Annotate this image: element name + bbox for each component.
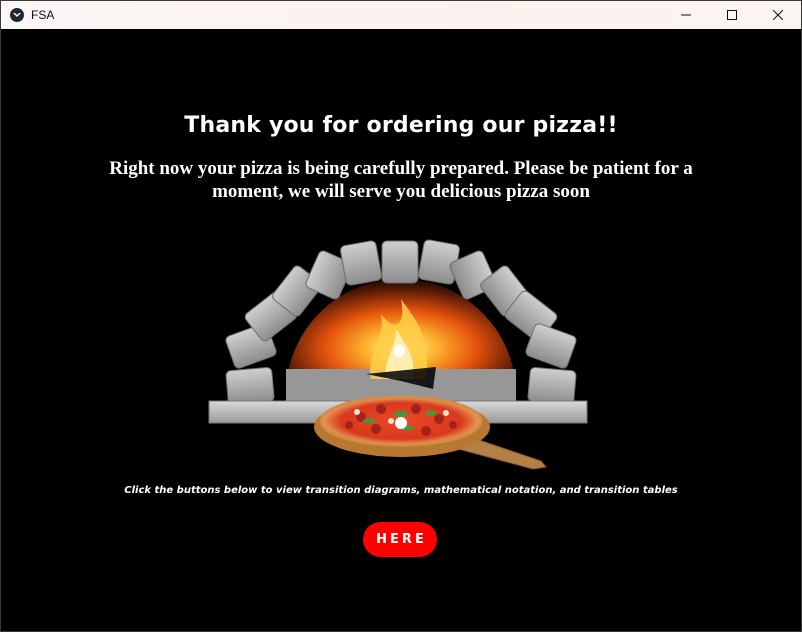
minimize-button[interactable]: [663, 1, 709, 29]
here-button[interactable]: HERE: [363, 522, 437, 557]
pizza-oven-illustration: [201, 229, 601, 474]
window-controls: [663, 1, 801, 29]
main-content: Thank you for ordering our pizza!! Right…: [1, 29, 801, 631]
window-title: FSA: [31, 8, 55, 22]
close-icon: [773, 10, 783, 20]
maximize-button[interactable]: [709, 1, 755, 29]
title-bar[interactable]: FSA: [1, 1, 801, 29]
minimize-icon: [681, 14, 691, 16]
app-logo-icon: [10, 8, 24, 22]
status-message: Right now your pizza is being carefully …: [109, 158, 693, 202]
instruction-text: Click the buttons below to view transiti…: [124, 485, 678, 496]
app-window: FSA Thank you for ordering our pizza!! R…: [0, 0, 802, 632]
page-title: Thank you for ordering our pizza!!: [184, 113, 618, 138]
close-button[interactable]: [755, 1, 801, 29]
maximize-icon: [727, 10, 737, 20]
